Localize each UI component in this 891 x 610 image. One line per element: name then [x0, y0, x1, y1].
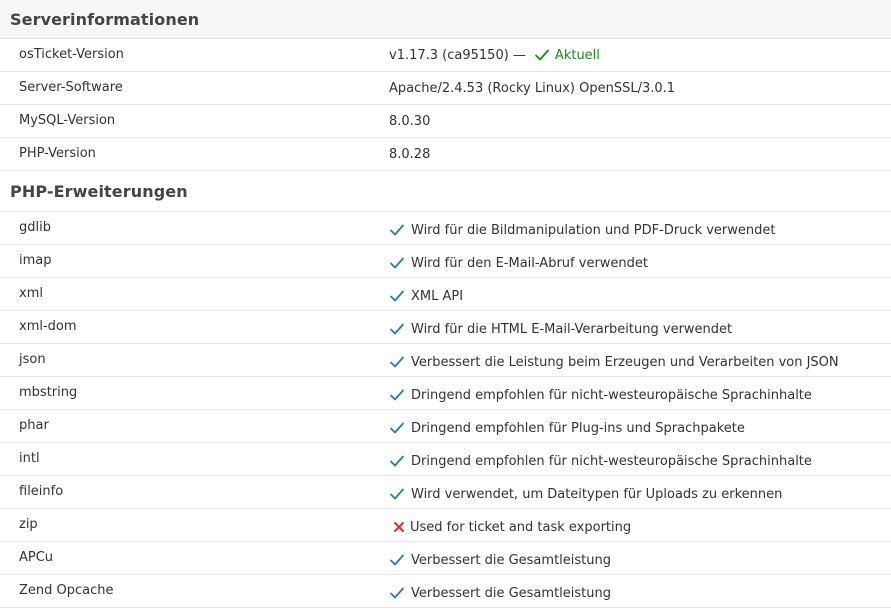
version-status: Aktuell	[554, 47, 600, 63]
extension-row: fileinfo Wird verwendet, um Dateitypen fü…	[0, 476, 891, 509]
extension-status: Verbessert die Leistung beim Erzeugen un…	[389, 355, 891, 370]
extension-row: json Verbessert die Leistung beim Erzeuge…	[0, 344, 891, 377]
extension-status: Dringend empfohlen für nicht-westeuropäi…	[389, 388, 891, 403]
extension-status: Wird für die HTML E-Mail-Verarbeitung ve…	[389, 322, 891, 337]
extension-description: Used for ticket and task exporting	[410, 519, 632, 535]
extension-description: Verbessert die Leistung beim Erzeugen un…	[411, 354, 839, 370]
extension-status: Dringend empfohlen für Plug-ins und Spra…	[389, 421, 891, 436]
ostickets-version-text: v1.17.3 (ca95150) —	[389, 47, 526, 63]
extension-row: xml-dom Wird für die HTML E-Mail-Verarbei…	[0, 311, 891, 344]
check-icon	[534, 48, 550, 62]
check-icon	[389, 421, 405, 435]
extension-name: xml-dom	[19, 318, 77, 334]
extension-description: Verbessert die Gesamtleistung	[411, 585, 611, 601]
extension-description: Dringend empfohlen für Plug-ins und Spra…	[411, 420, 745, 436]
extension-description: Wird verwendet, um Dateitypen für Upload…	[411, 486, 783, 502]
extension-row: imap Wird für den E-Mail-Abruf verwendet	[0, 245, 891, 278]
server-info-row: MySQL-Version 8.0.30	[0, 105, 891, 138]
check-icon	[389, 256, 405, 270]
server-info-label: Server-Software	[19, 79, 123, 95]
server-info-row: osTicket-Version v1.17.3 (ca95150) — Akt…	[0, 39, 891, 72]
server-info-value: Apache/2.4.53 (Rocky Linux) OpenSSL/3.0.…	[389, 80, 676, 96]
extension-status: Wird für die Bildmanipulation und PDF-Dr…	[389, 223, 891, 238]
extension-description: XML API	[411, 288, 464, 304]
php-extensions-header: PHP-Erweiterungen	[0, 171, 891, 212]
extension-description: Dringend empfohlen für nicht-westeuropäi…	[411, 387, 812, 403]
extension-name: intl	[19, 450, 40, 466]
extension-status: Used for ticket and task exporting	[389, 520, 891, 535]
extension-status: Verbessert die Gesamtleistung	[389, 586, 891, 601]
extension-row: APCu Verbessert die Gesamtleistung	[0, 542, 891, 575]
extension-description: Wird für den E-Mail-Abruf verwendet	[411, 255, 649, 271]
extension-description: Wird für die HTML E-Mail-Verarbeitung ve…	[411, 321, 733, 337]
system-information-panel: Serverinformationen osTicket-Version v1.…	[0, 0, 891, 608]
server-info-header: Serverinformationen	[0, 0, 891, 39]
extension-row: xml XML API	[0, 278, 891, 311]
server-info-row: PHP-Version 8.0.28	[0, 138, 891, 171]
extension-description: Dringend empfohlen für nicht-westeuropäi…	[411, 453, 812, 469]
extension-row: mbstring Dringend empfohlen für nicht-wes…	[0, 377, 891, 410]
extension-status: Wird für den E-Mail-Abruf verwendet	[389, 256, 891, 271]
extension-row: zip Used for ticket and task exporting	[0, 509, 891, 542]
extension-description: Wird für die Bildmanipulation und PDF-Dr…	[411, 222, 776, 238]
version-line: v1.17.3 (ca95150) — Aktuell	[389, 48, 600, 63]
extension-name: zip	[19, 516, 38, 532]
check-icon	[389, 553, 405, 567]
server-info-label: MySQL-Version	[19, 112, 116, 128]
extension-name: json	[19, 351, 46, 367]
extension-row: intl Dringend empfohlen für nicht-westeur…	[0, 443, 891, 476]
cross-icon	[392, 520, 406, 534]
check-icon	[389, 289, 405, 303]
extension-name: gdlib	[19, 219, 51, 235]
server-info-value: v1.17.3 (ca95150) — Aktuell	[389, 48, 891, 63]
extension-status: Verbessert die Gesamtleistung	[389, 553, 891, 568]
server-info-value: 8.0.30	[389, 113, 431, 129]
extension-name: fileinfo	[19, 483, 64, 499]
extension-name: APCu	[19, 549, 54, 565]
extension-status: Wird verwendet, um Dateitypen für Upload…	[389, 487, 891, 502]
server-info-title: Serverinformationen	[10, 9, 200, 29]
extension-status: Dringend empfohlen für nicht-westeuropäi…	[389, 454, 891, 469]
extension-name: imap	[19, 252, 52, 268]
server-info-row: Server-Software Apache/2.4.53 (Rocky Lin…	[0, 72, 891, 105]
server-info-label: PHP-Version	[19, 145, 96, 161]
extension-row: gdlib Wird für die Bildmanipulation und P…	[0, 212, 891, 245]
server-info-value: 8.0.28	[389, 146, 431, 162]
extension-description: Verbessert die Gesamtleistung	[411, 552, 611, 568]
check-icon	[389, 388, 405, 402]
extension-name: xml	[19, 285, 43, 301]
server-info-label: osTicket-Version	[19, 46, 124, 62]
check-icon	[389, 454, 405, 468]
check-icon	[389, 322, 405, 336]
check-icon	[389, 223, 405, 237]
php-extensions-title: PHP-Erweiterungen	[10, 181, 188, 201]
check-icon	[389, 355, 405, 369]
extension-name: phar	[19, 417, 49, 433]
check-icon	[389, 586, 405, 600]
extension-row: phar Dringend empfohlen für Plug-ins und …	[0, 410, 891, 443]
extension-row: Zend Opcache Verbessert die Gesamtleistun…	[0, 575, 891, 608]
php-extensions-list: gdlib Wird für die Bildmanipulation und P…	[0, 212, 891, 608]
extension-status: XML API	[389, 289, 891, 304]
check-icon	[389, 487, 405, 501]
extension-name: mbstring	[19, 384, 78, 400]
extension-name: Zend Opcache	[19, 582, 114, 598]
